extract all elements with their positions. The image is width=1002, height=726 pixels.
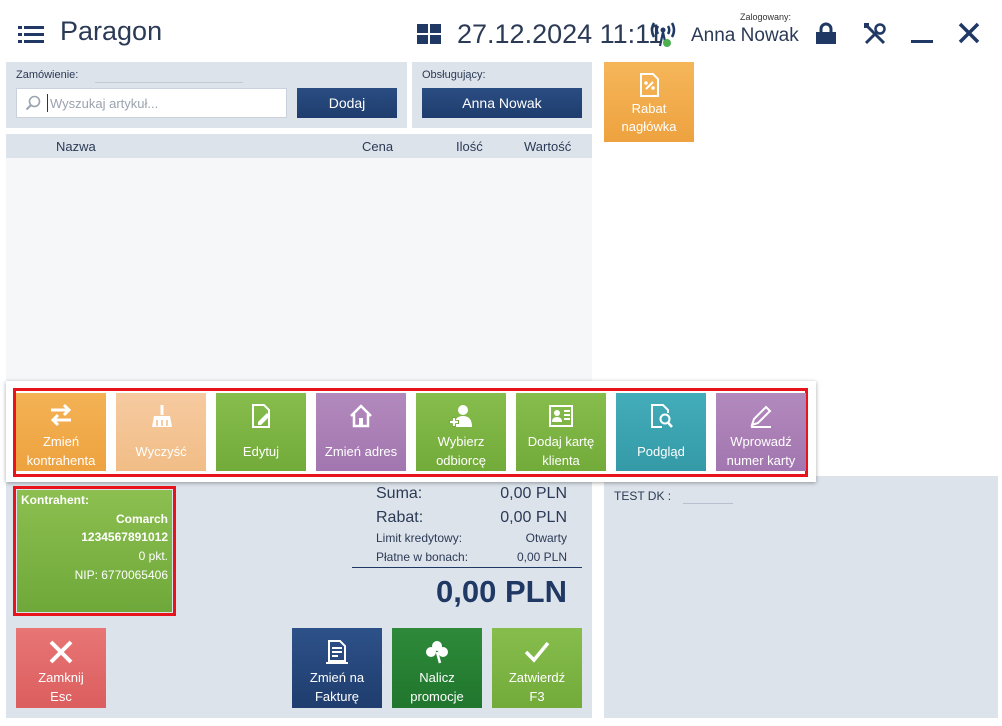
sum-label: Suma: — [376, 485, 423, 502]
test-dk-value-line — [683, 503, 733, 504]
discount-document-icon — [640, 73, 659, 97]
search-icon — [25, 95, 41, 111]
edit-document-icon — [252, 404, 270, 428]
column-header-quantity: Ilość — [456, 139, 483, 154]
sum-value: 0,00 PLN — [500, 485, 567, 502]
order-number-line — [95, 82, 243, 83]
confirm-label-1: Zatwierdź — [508, 670, 566, 685]
home-icon — [350, 404, 372, 428]
close-x-icon — [49, 640, 73, 664]
contractor-title: Kontrahent: — [21, 493, 89, 507]
change-contractor-label-2: kontrahenta — [26, 453, 96, 468]
enter-card-number-label-1: Wprowadź — [730, 434, 792, 449]
serving-employee-button[interactable]: Anna Nowak — [422, 88, 582, 118]
confirm-f3-button[interactable]: Zatwierdź F3 — [492, 628, 582, 708]
order-label: Zamówienie: — [16, 69, 79, 81]
edit-button[interactable]: Edytuj — [216, 393, 306, 471]
lock-icon[interactable] — [815, 22, 839, 46]
voucher-label: Płatne w bonach: — [376, 550, 469, 564]
close-icon[interactable] — [958, 22, 982, 46]
discount-value: 0,00 PLN — [500, 509, 567, 526]
change-address-button[interactable]: Zmień adres — [316, 393, 406, 471]
enter-card-number-button[interactable]: Wprowadź numer karty — [716, 393, 806, 471]
choose-recipient-label-2: odbiorcę — [436, 453, 486, 468]
serving-label: Obsługujący: — [422, 69, 486, 81]
clover-icon — [426, 641, 448, 664]
add-client-card-label-2: klienta — [542, 453, 580, 468]
contractor-points: 0 pkt. — [138, 549, 168, 563]
close-label-2: Esc — [50, 689, 72, 704]
id-card-icon — [549, 405, 573, 427]
change-contractor-button[interactable]: Zmień kontrahenta — [16, 393, 106, 471]
dashboard-grid-icon[interactable] — [417, 24, 441, 44]
header-discount-label-2: nagłówka — [621, 119, 677, 134]
swap-arrows-icon — [50, 403, 72, 427]
credit-limit-value: Otwarty — [525, 531, 567, 545]
change-to-invoice-button[interactable]: Zmień na Fakturę — [292, 628, 382, 708]
header-discount-button[interactable]: Rabat nagłówka — [604, 62, 694, 142]
column-header-name: Nazwa — [56, 139, 96, 154]
total-amount: 0,00 PLN — [436, 574, 567, 609]
page-title: Paragon — [60, 16, 163, 46]
column-header-price: Cena — [362, 139, 394, 154]
apply-promotions-button[interactable]: Nalicz promocje — [392, 628, 482, 708]
broom-icon — [152, 405, 172, 427]
preview-icon — [651, 404, 673, 428]
preview-label: Podgląd — [637, 443, 685, 459]
user-add-icon — [449, 405, 472, 427]
confirm-label-2: F3 — [529, 689, 545, 704]
clear-label: Wyczyść — [135, 443, 187, 459]
enter-card-number-label-2: numer karty — [726, 453, 796, 468]
contractor-card[interactable]: Kontrahent: Comarch 1234567891012 0 pkt.… — [17, 490, 172, 612]
side-panel — [604, 476, 998, 718]
clear-button[interactable]: Wyczyść — [116, 393, 206, 471]
voucher-value: 0,00 PLN — [516, 550, 567, 564]
choose-recipient-button[interactable]: Wybierz odbiorcę — [416, 393, 506, 471]
tools-icon[interactable] — [863, 22, 887, 46]
logged-in-label: Zalogowany: — [740, 12, 792, 22]
column-header-value: Wartość — [524, 139, 572, 154]
contractor-name: Comarch — [115, 512, 168, 526]
invoice-label-2: Fakturę — [314, 689, 360, 704]
search-input[interactable] — [47, 94, 277, 112]
discount-label: Rabat: — [376, 509, 424, 526]
header-discount-label-1: Rabat — [631, 101, 667, 116]
edit-label: Edytuj — [242, 443, 280, 459]
preview-button[interactable]: Podgląd — [616, 393, 706, 471]
add-button[interactable]: Dodaj — [297, 88, 397, 118]
contractor-nip: NIP: 6770065406 — [74, 568, 168, 582]
minimize-icon[interactable] — [911, 22, 935, 46]
datetime: 27.12.2024 11:11 — [457, 19, 664, 49]
menu-icon[interactable] — [18, 26, 44, 44]
connection-status-icon — [650, 20, 676, 48]
change-contractor-label-1: Zmień — [42, 434, 80, 449]
checkmark-icon — [524, 641, 550, 663]
close-label-1: Zamknij — [38, 670, 84, 685]
items-table-header: Nazwa Cena Ilość Wartość — [6, 134, 592, 158]
promotions-label-2: promocje — [410, 689, 464, 704]
test-dk-label: TEST DK : — [614, 489, 672, 503]
pencil-icon — [750, 405, 772, 428]
user-name: Anna Nowak — [691, 25, 799, 46]
close-esc-button[interactable]: Zamknij Esc — [16, 628, 106, 708]
contractor-code: 1234567891012 — [81, 530, 168, 544]
invoice-document-icon — [326, 640, 348, 664]
credit-limit-label: Limit kredytowy: — [376, 531, 463, 545]
add-client-card-label-1: Dodaj kartę — [527, 434, 595, 449]
summary-divider — [352, 567, 582, 568]
choose-recipient-label-1: Wybierz — [437, 434, 485, 449]
promotions-label-1: Nalicz — [419, 670, 455, 685]
add-client-card-button[interactable]: Dodaj kartę klienta — [516, 393, 606, 471]
article-search[interactable] — [16, 88, 287, 118]
invoice-label-1: Zmień na — [309, 670, 365, 685]
change-address-label: Zmień adres — [324, 443, 398, 459]
